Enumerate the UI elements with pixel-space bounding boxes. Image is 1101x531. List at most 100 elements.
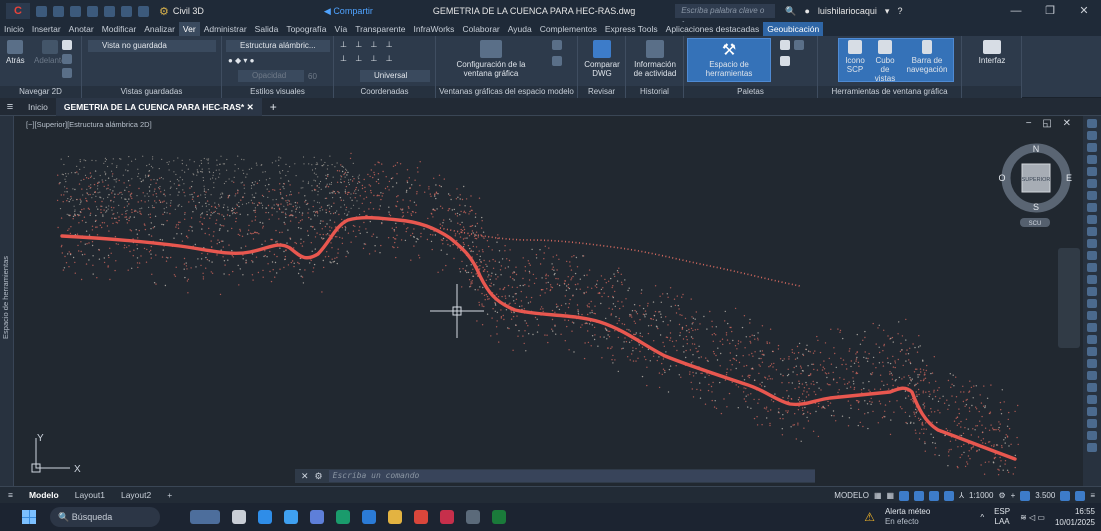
undo-icon[interactable]	[121, 5, 132, 17]
tab-geoubicación[interactable]: Geoubicación	[763, 22, 824, 36]
command-input[interactable]: Escriba un comando	[328, 470, 815, 482]
open-file-icon[interactable]	[53, 5, 64, 17]
tool-icon[interactable]	[1087, 371, 1097, 380]
network-volume-battery-icons[interactable]: ≋ ◁ ▭	[1020, 513, 1045, 522]
tab-analizar[interactable]: Analizar	[140, 22, 179, 36]
status-value[interactable]: 3.500	[1035, 491, 1055, 500]
opacity-field[interactable]: Opacidad	[238, 70, 304, 82]
tool-icon[interactable]	[1087, 311, 1097, 320]
tab-layout1[interactable]: Layout1	[67, 490, 113, 500]
new-tab-button[interactable]: +	[262, 100, 285, 114]
tab-administrar[interactable]: Administrar	[200, 22, 251, 36]
language-indicator[interactable]: ESP LAA	[994, 507, 1010, 527]
weather-alert-icon[interactable]: ⚠	[864, 510, 875, 524]
forward-button[interactable]: Adelante	[34, 40, 66, 65]
polar-icon[interactable]	[914, 490, 925, 501]
share-button[interactable]: ◀ Compartir	[324, 6, 373, 17]
explorer-icon[interactable]	[388, 510, 402, 524]
tab-topografía[interactable]: Topografía	[282, 22, 330, 36]
save-icon[interactable]	[70, 5, 81, 17]
tab-infraworks[interactable]: InfraWorks	[410, 22, 459, 36]
tab-ayuda[interactable]: Ayuda	[504, 22, 536, 36]
tool-icon[interactable]	[1087, 263, 1097, 272]
tool-icon[interactable]	[1087, 347, 1097, 356]
tab-insertar[interactable]: Insertar	[28, 22, 65, 36]
visual-style-select[interactable]: Estructura alámbric...	[226, 40, 330, 52]
clock[interactable]: 16:55 10/01/2025	[1055, 506, 1095, 528]
user-name[interactable]: luishilariocaqui	[818, 6, 877, 16]
ucs-axes-icon[interactable]: ⊥ ⊥ ⊥ ⊥	[340, 54, 396, 63]
compare-dwg-button[interactable]: Comparar DWG	[582, 40, 622, 78]
tab-vía[interactable]: Vía	[330, 22, 351, 36]
isolate-icon[interactable]	[1060, 490, 1071, 501]
sheet-set-icon[interactable]	[780, 56, 790, 68]
compass-s[interactable]: S	[1033, 202, 1039, 212]
snap-icon[interactable]: ▦	[887, 491, 895, 500]
menu-icon[interactable]: ≡	[0, 490, 21, 500]
tool-icon[interactable]	[1087, 419, 1097, 428]
tab-home[interactable]: Inicio	[20, 98, 56, 116]
store-icon[interactable]	[362, 510, 376, 524]
tool-icon[interactable]	[1087, 227, 1097, 236]
civil3d-icon[interactable]	[440, 510, 454, 524]
drawing-viewport[interactable]: Espacio de herramientas [−][Superior][Es…	[0, 116, 1083, 486]
viewport-config-button[interactable]: Configuración de la ventana gráfica	[456, 40, 526, 78]
windows-start-icon[interactable]	[22, 510, 36, 524]
tool-icon[interactable]	[1087, 143, 1097, 152]
back-button[interactable]: Atrás	[6, 40, 25, 65]
tool-icon[interactable]	[1087, 119, 1097, 128]
save-as-icon[interactable]	[87, 5, 98, 17]
cart-icon[interactable]: ▾	[885, 6, 890, 17]
model-space-toggle[interactable]: MODELO	[834, 491, 869, 500]
add-layout-button[interactable]: +	[159, 490, 180, 500]
close-command-icon[interactable]: ✕	[301, 471, 309, 482]
tool-icon[interactable]	[1087, 167, 1097, 176]
tool-icon[interactable]	[1087, 299, 1097, 308]
compass-e[interactable]: E	[1066, 173, 1072, 183]
otrack-icon[interactable]	[944, 490, 955, 501]
taskbar-search[interactable]: 🔍 Búsqueda	[50, 507, 160, 527]
ucs-tools-icon[interactable]: ⊥ ⊥ ⊥ ⊥	[340, 40, 396, 49]
tool-icon[interactable]	[1087, 251, 1097, 260]
interface-button[interactable]: Interfaz	[972, 40, 1012, 65]
tab-inicio[interactable]: Inicio	[0, 22, 28, 36]
tool-icon[interactable]	[1087, 359, 1097, 368]
task-view-icon[interactable]	[232, 510, 246, 524]
annotation-scale[interactable]: 1:1000	[969, 491, 993, 500]
copilot-icon[interactable]	[284, 510, 298, 524]
tool-icon[interactable]	[1087, 131, 1097, 140]
navbar-button[interactable]: Barra de navegación	[904, 40, 950, 74]
search-icon[interactable]: 🔍	[785, 6, 796, 17]
tool-icon[interactable]	[1087, 443, 1097, 452]
orbit-button[interactable]	[62, 68, 72, 80]
ortho-icon[interactable]	[899, 490, 910, 501]
osnap-icon[interactable]	[929, 490, 940, 501]
new-file-icon[interactable]	[36, 5, 47, 17]
customize-command-icon[interactable]: ⚙	[315, 471, 323, 482]
ucs-select[interactable]: Universal	[360, 70, 430, 82]
tab-transparente[interactable]: Transparente	[351, 22, 409, 36]
tool-icon[interactable]	[1087, 395, 1097, 404]
add-icon[interactable]: +	[1011, 491, 1016, 500]
close-tab-icon[interactable]: ✕	[247, 102, 254, 112]
excel-icon[interactable]	[492, 510, 506, 524]
tool-icon[interactable]	[1087, 239, 1097, 248]
brave-icon[interactable]	[414, 510, 428, 524]
tool-icon[interactable]	[1087, 215, 1097, 224]
edge-icon[interactable]	[258, 510, 272, 524]
help-icon[interactable]: ?	[897, 6, 902, 16]
teams-icon[interactable]	[310, 510, 324, 524]
navigation-bar[interactable]	[1058, 248, 1080, 348]
plot-icon[interactable]	[104, 5, 115, 17]
shading-icon[interactable]: ● ◆ ▾ ●	[228, 56, 255, 65]
viewcube-button[interactable]: Cubo de vistas	[870, 40, 900, 83]
tab-salida[interactable]: Salida	[251, 22, 283, 36]
annotation-scale-icon[interactable]: ⅄	[959, 491, 964, 500]
close-button[interactable]: ✕	[1067, 0, 1101, 22]
tab-aplicaciones-destacadas[interactable]: Aplicaciones destacadas	[662, 22, 764, 36]
tool-icon[interactable]	[1087, 287, 1097, 296]
tab-model[interactable]: Modelo	[21, 490, 67, 500]
steam-icon[interactable]	[466, 510, 480, 524]
tool-icon[interactable]	[1087, 275, 1097, 284]
tab-layout2[interactable]: Layout2	[113, 490, 159, 500]
